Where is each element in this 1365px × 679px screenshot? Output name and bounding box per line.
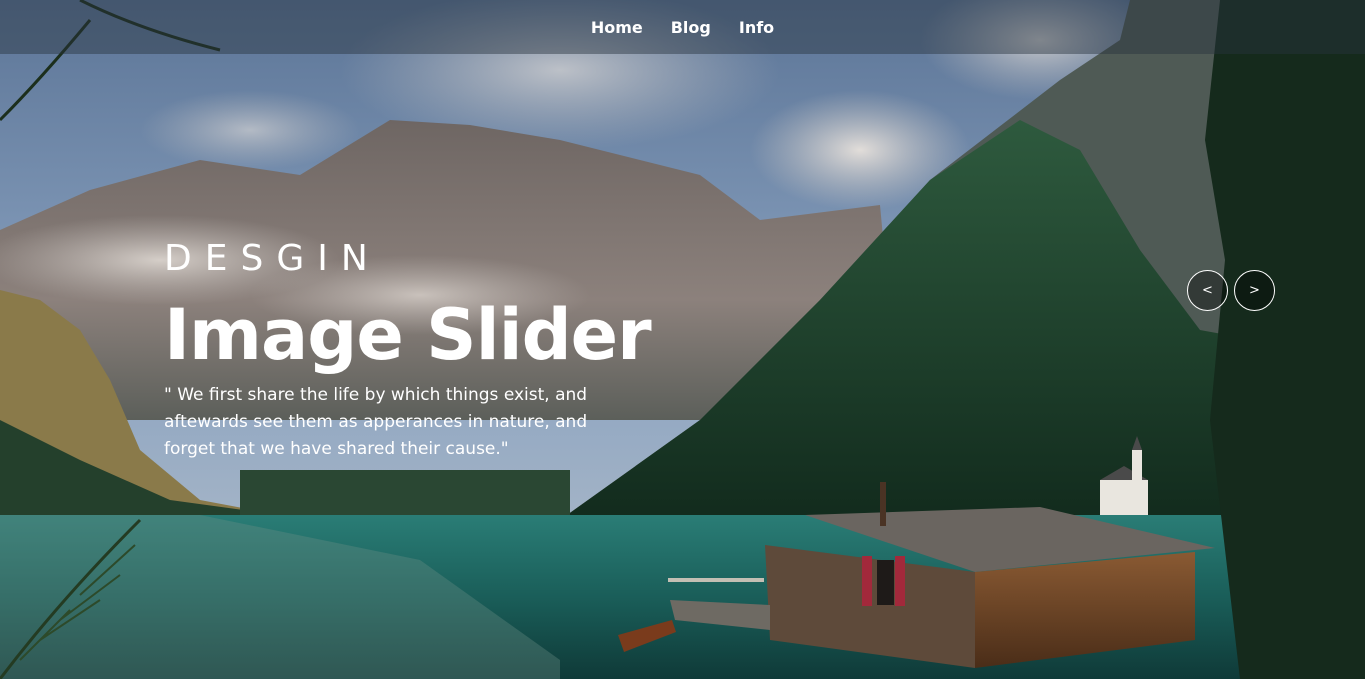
hero-quote: " We first share the life by which thing…	[164, 385, 588, 459]
slider-next-button[interactable]: >	[1234, 270, 1275, 311]
slider-controls: < >	[1187, 270, 1275, 311]
nav-link-info[interactable]: Info	[739, 18, 774, 37]
slider-stage: Home Blog Info DESGIN Image Slider " We …	[0, 0, 1365, 679]
slider-prev-button[interactable]: <	[1187, 270, 1228, 311]
top-navbar: Home Blog Info	[0, 0, 1365, 54]
nav-link-blog[interactable]: Blog	[671, 18, 711, 37]
hero-content: DESGIN Image Slider " We first share the…	[164, 232, 652, 463]
nav-link-home[interactable]: Home	[591, 18, 643, 37]
hero-title: Image Slider	[164, 294, 652, 376]
hero-eyebrow: DESGIN	[164, 238, 381, 279]
